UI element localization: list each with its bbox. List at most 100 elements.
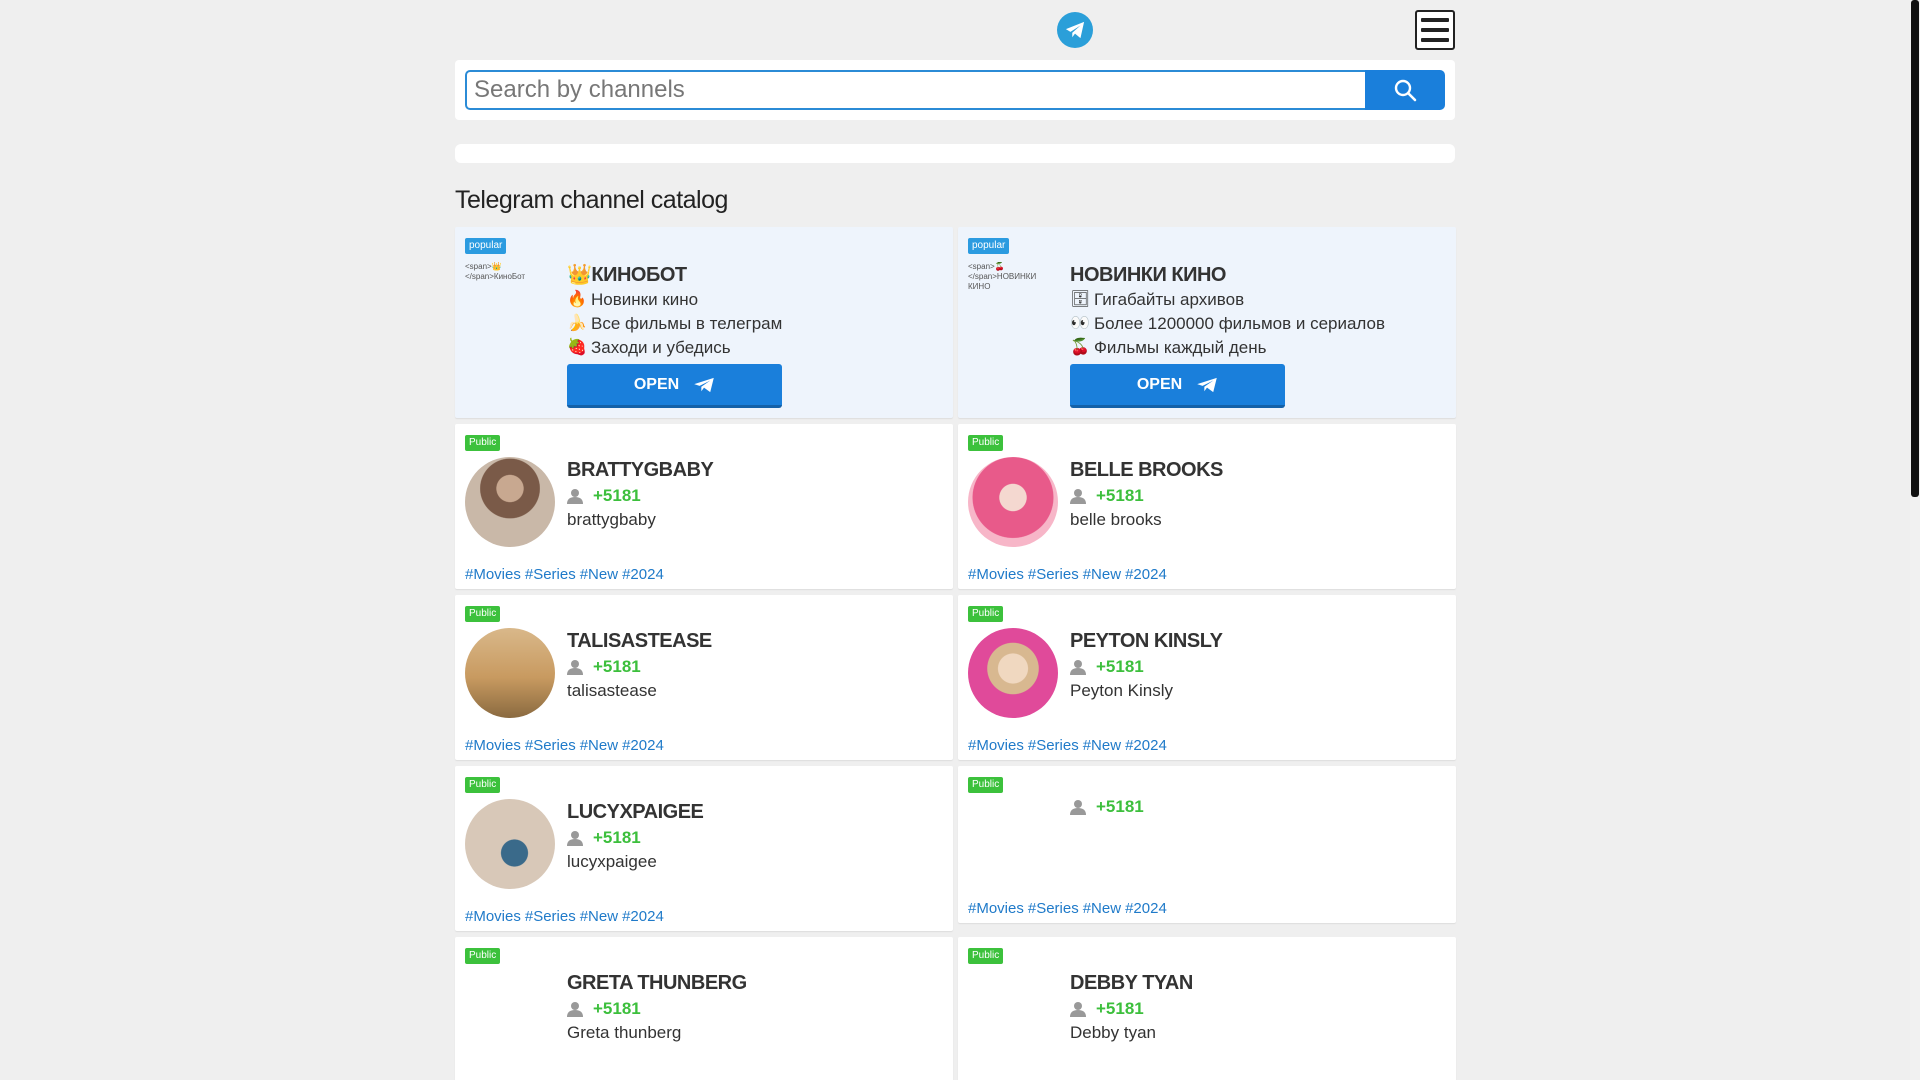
channel-card: Public DEBBY TYAN +5181 Debby tyan <box>958 937 1456 1080</box>
channel-avatar[interactable] <box>465 799 555 889</box>
promo-card: popular <span>🍒</span>НОВИНКИ КИНО НОВИН… <box>958 227 1456 418</box>
tag-link[interactable]: #Movies <box>968 900 1024 917</box>
channel-description: Debby tyan <box>1070 1023 1156 1042</box>
subscriber-count: +5181 <box>593 486 641 505</box>
tag-link[interactable]: #New <box>1083 566 1121 583</box>
subscriber-count: +5181 <box>1096 657 1144 676</box>
tag-link[interactable]: #Movies <box>465 737 521 754</box>
telegram-plane-icon <box>1197 377 1217 392</box>
subscriber-count: +5181 <box>1096 486 1144 505</box>
subscriber-count: +5181 <box>593 657 641 676</box>
channel-avatar[interactable] <box>465 457 555 547</box>
search-input[interactable] <box>465 70 1365 110</box>
promo-line: 🍒 Фильмы каждый день <box>1070 338 1267 357</box>
tag-list: #Movies #Series #New #2024 <box>968 900 1171 917</box>
telegram-plane-icon <box>694 377 714 392</box>
channel-description: Greta thunberg <box>567 1023 682 1042</box>
public-badge: Public <box>968 777 1004 793</box>
subscriber-stats: +5181 <box>567 484 943 508</box>
page-title: Telegram channel catalog <box>455 186 728 214</box>
channel-description: Peyton Kinsly <box>1070 681 1173 700</box>
user-icon <box>1070 1002 1086 1017</box>
promo-line: 👀 Более 1200000 фильмов и сериалов <box>1070 314 1386 333</box>
user-icon <box>567 1002 583 1017</box>
tag-link[interactable]: #New <box>1083 737 1121 754</box>
public-badge: Public <box>465 948 501 964</box>
subscriber-stats: +5181 <box>1070 655 1446 679</box>
channel-card: Public BELLE BROOKS +5181 belle brooks #… <box>958 424 1456 589</box>
channel-title[interactable]: PEYTON KINSLY <box>1070 628 1446 654</box>
public-badge: Public <box>465 777 501 793</box>
hamburger-menu-icon[interactable] <box>1415 10 1455 50</box>
tag-link[interactable]: #Series <box>1028 566 1079 583</box>
tag-link[interactable]: #New <box>580 737 618 754</box>
tag-link[interactable]: #2024 <box>622 566 664 583</box>
subscriber-stats: +5181 <box>1070 795 1446 819</box>
search-icon <box>1394 79 1417 102</box>
tag-link[interactable]: #New <box>580 566 618 583</box>
channel-title[interactable]: BELLE BROOKS <box>1070 457 1446 483</box>
tag-link[interactable]: #New <box>580 908 618 925</box>
channel-card: Public +5181 #Movies #Series #New #2024 <box>958 766 1456 923</box>
scrollbar[interactable] <box>1910 0 1920 1080</box>
open-channel-button[interactable]: OPEN <box>567 364 782 408</box>
channel-description: brattygbaby <box>567 510 656 529</box>
user-icon <box>567 660 583 675</box>
promo-line: 🗄 Гигабайты архивов <box>1070 290 1245 309</box>
tag-link[interactable]: #Series <box>525 566 576 583</box>
subscriber-count: +5181 <box>1096 999 1144 1018</box>
tag-link[interactable]: #Series <box>1028 900 1079 917</box>
tag-link[interactable]: #Series <box>525 737 576 754</box>
channel-avatar[interactable] <box>465 628 555 718</box>
popular-badge: popular <box>465 238 507 254</box>
promo-line: 🍓 Заходи и убедись <box>567 338 731 357</box>
channel-description: belle brooks <box>1070 510 1162 529</box>
tag-link[interactable]: #Series <box>1028 737 1079 754</box>
search-button[interactable] <box>1365 70 1445 110</box>
public-badge: Public <box>465 435 501 451</box>
tag-link[interactable]: #Movies <box>968 566 1024 583</box>
subscriber-stats: +5181 <box>567 997 943 1021</box>
tag-list: #Movies #Series #New #2024 <box>465 566 668 583</box>
channel-title[interactable]: BRATTYGBABY <box>567 457 943 483</box>
channel-card: Public GRETA THUNBERG +5181 Greta thunbe… <box>455 937 953 1080</box>
channel-description: talisastease <box>567 681 657 700</box>
user-icon <box>1070 800 1086 815</box>
tag-link[interactable]: #2024 <box>1125 900 1167 917</box>
top-bar <box>0 0 1910 58</box>
tag-link[interactable]: #Series <box>525 908 576 925</box>
channel-title[interactable]: LUCYXPAIGEE <box>567 799 943 825</box>
tag-link[interactable]: #2024 <box>1125 566 1167 583</box>
tag-link[interactable]: #Movies <box>465 566 521 583</box>
subscriber-count: +5181 <box>593 999 641 1018</box>
channel-title[interactable]: НОВИНКИ КИНО <box>1070 262 1446 288</box>
tag-link[interactable]: #2024 <box>622 908 664 925</box>
channel-title[interactable]: GRETA THUNBERG <box>567 970 943 996</box>
channel-title[interactable]: TALISASTEASE <box>567 628 943 654</box>
search-bar <box>455 60 1455 120</box>
telegram-icon[interactable] <box>1057 12 1093 48</box>
tag-link[interactable]: #Movies <box>968 737 1024 754</box>
subscriber-stats: +5181 <box>567 826 943 850</box>
channel-card: Public LUCYXPAIGEE +5181 lucyxpaigee #Mo… <box>455 766 953 931</box>
open-channel-button[interactable]: OPEN <box>1070 364 1285 408</box>
promo-line: 🔥 Новинки кино <box>567 290 699 309</box>
channel-title[interactable]: 👑КИНОБОТ <box>567 262 943 288</box>
promo-card: popular <span>👑</span>КиноБот 👑КИНОБОТ 🔥… <box>455 227 953 418</box>
channel-card: Public BRATTYGBABY +5181 brattygbaby #Mo… <box>455 424 953 589</box>
public-badge: Public <box>968 606 1004 622</box>
subscriber-stats: +5181 <box>567 655 943 679</box>
popular-badge: popular <box>968 238 1010 254</box>
tag-link[interactable]: #2024 <box>622 737 664 754</box>
tag-link[interactable]: #Movies <box>465 908 521 925</box>
scrollbar-thumb[interactable] <box>1911 0 1919 497</box>
tag-link[interactable]: #2024 <box>1125 737 1167 754</box>
channel-avatar[interactable] <box>968 628 1058 718</box>
tag-link[interactable]: #New <box>1083 900 1121 917</box>
public-badge: Public <box>968 435 1004 451</box>
channel-avatar[interactable] <box>968 457 1058 547</box>
subscriber-stats: +5181 <box>1070 997 1446 1021</box>
subscriber-stats: +5181 <box>1070 484 1446 508</box>
channel-title[interactable]: DEBBY TYAN <box>1070 970 1446 996</box>
user-icon <box>567 489 583 504</box>
